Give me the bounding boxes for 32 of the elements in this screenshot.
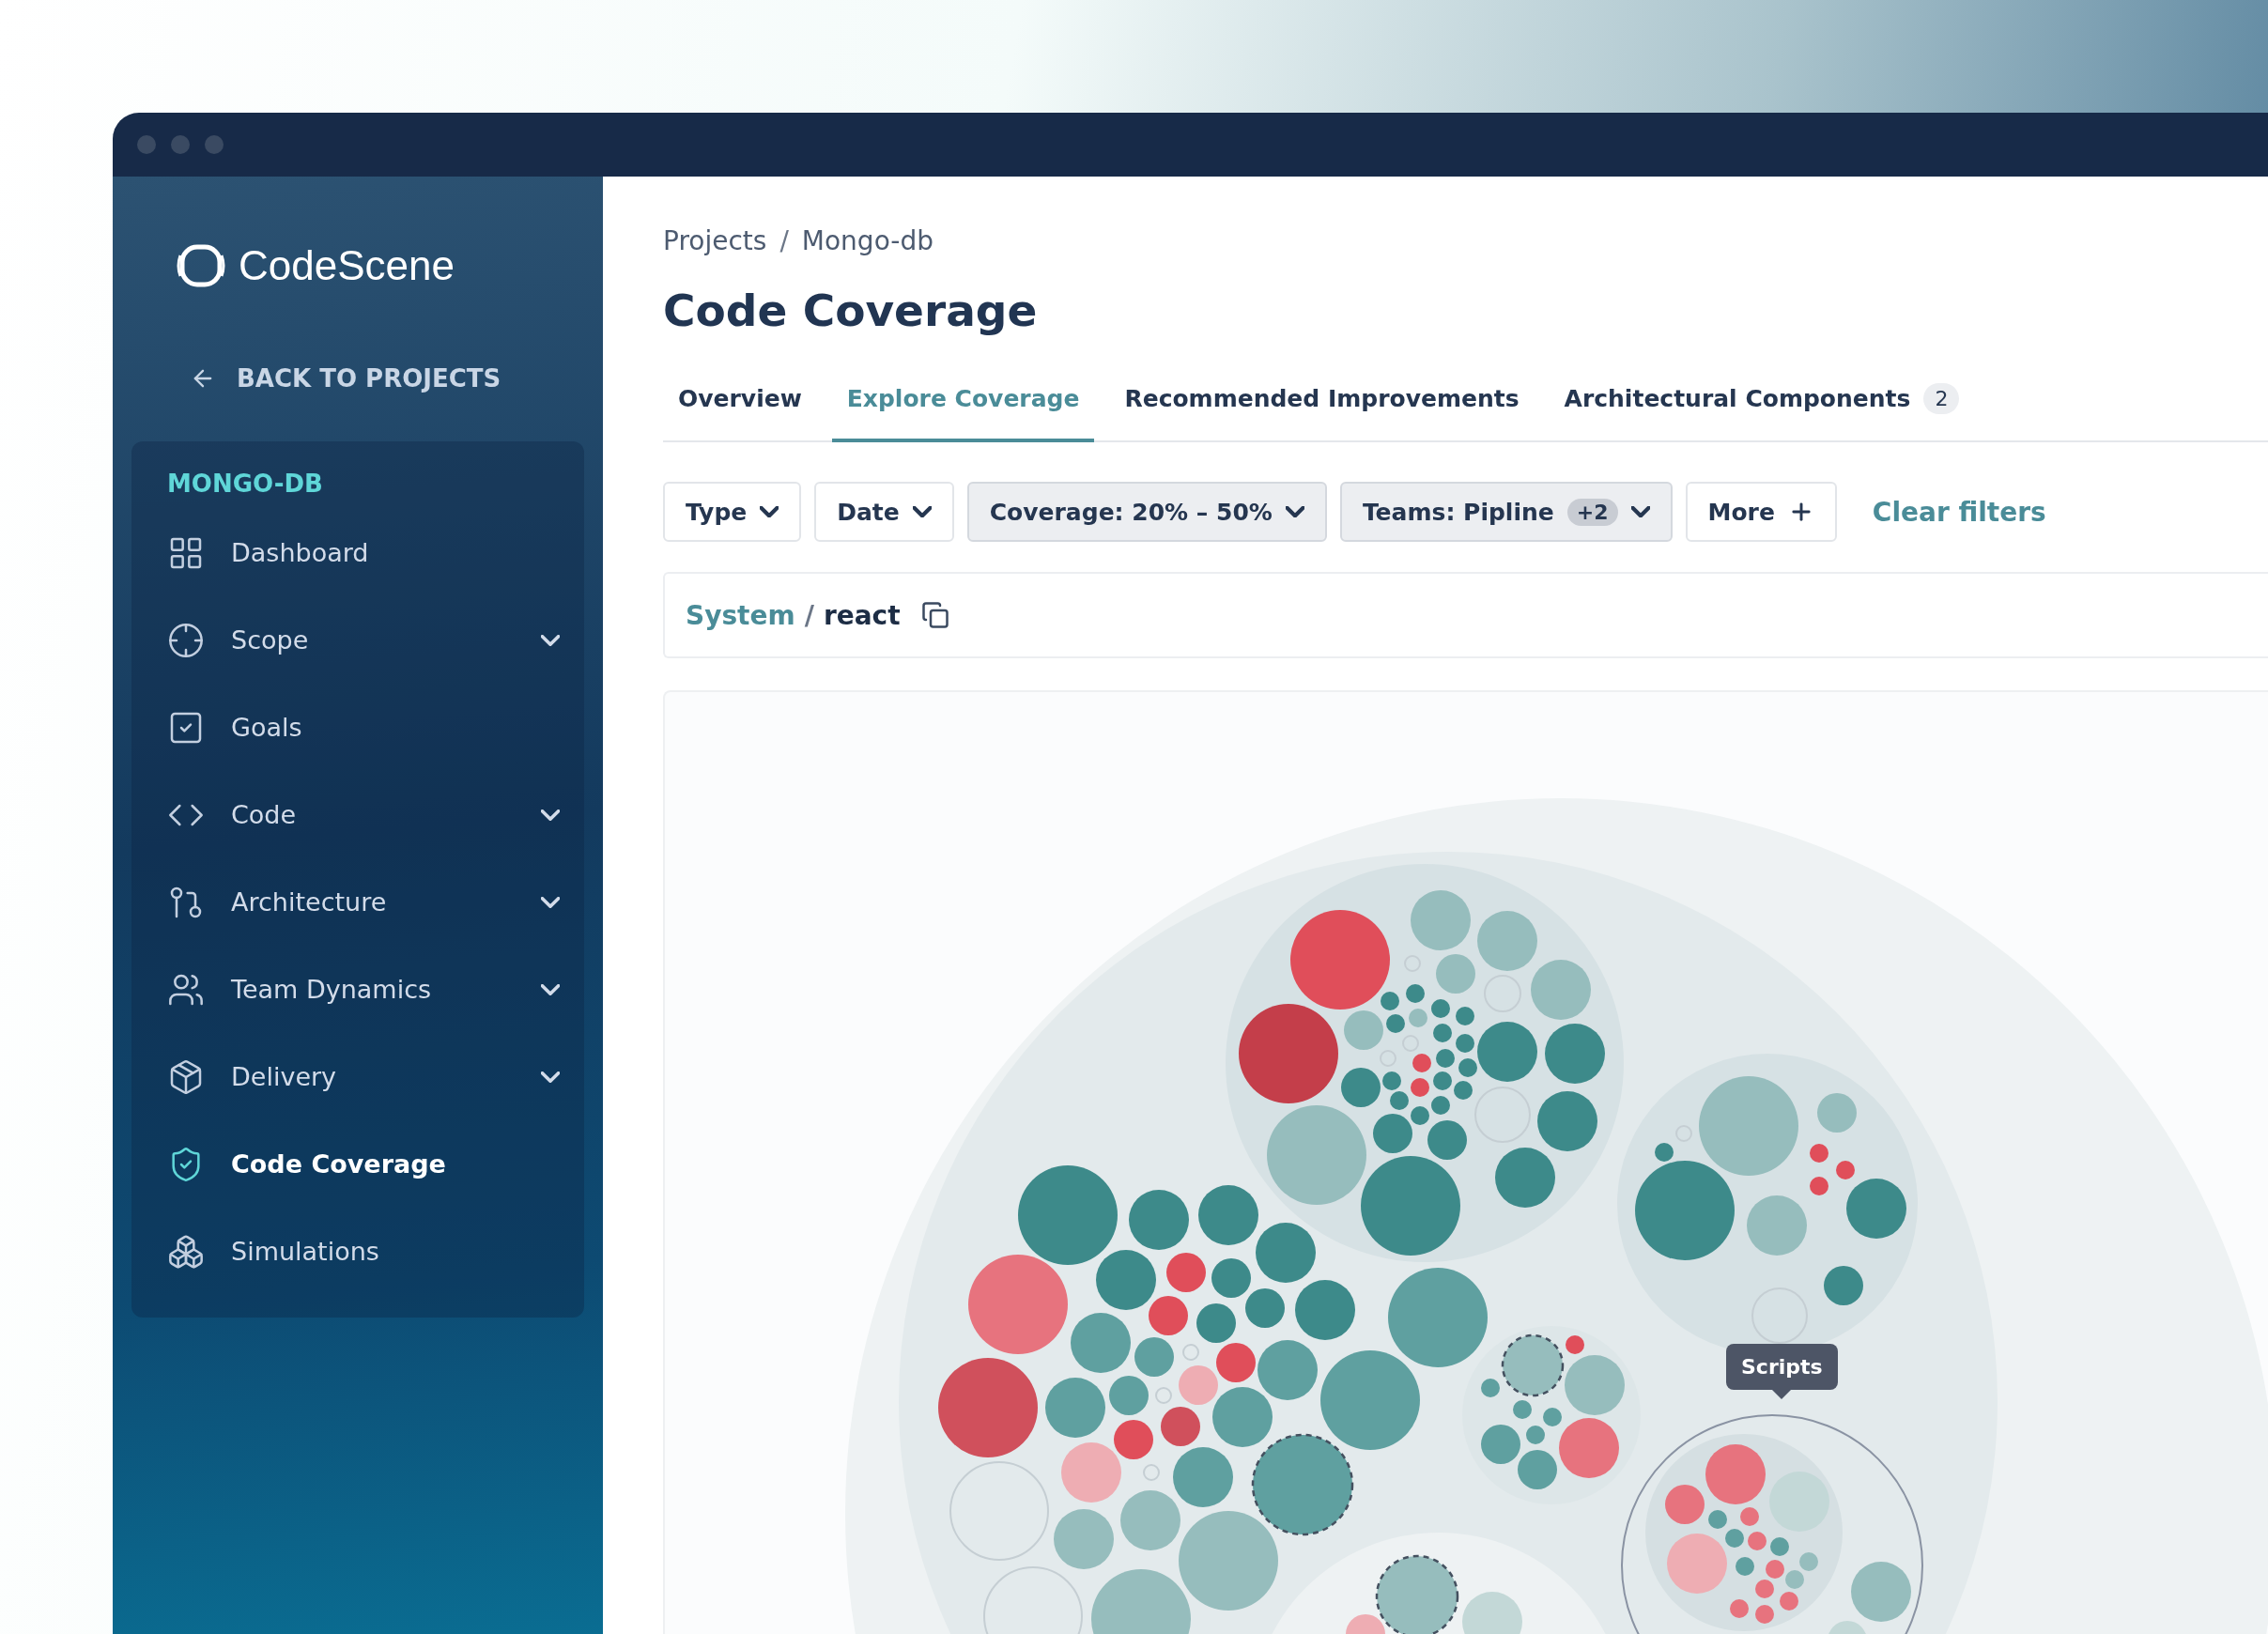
- filter-button[interactable]: Date: [814, 482, 954, 542]
- path-separator: /: [804, 599, 814, 631]
- clear-filters-link[interactable]: Clear filters: [1872, 496, 2046, 528]
- filter-button[interactable]: More: [1685, 482, 1837, 542]
- filter-button[interactable]: Coverage: 20% – 50%: [966, 482, 1327, 542]
- back-to-projects-link[interactable]: BACK TO PROJECTS: [190, 364, 584, 393]
- count-badge: +2: [1566, 498, 1618, 526]
- nav-item[interactable]: Code Coverage: [131, 1120, 584, 1208]
- tab[interactable]: Overview: [663, 383, 817, 442]
- nav-item[interactable]: Goals: [131, 684, 584, 771]
- filter-button[interactable]: Teams: Pipline +2: [1339, 482, 1673, 542]
- nav-item[interactable]: Team Dynamics: [131, 946, 584, 1033]
- filter-button[interactable]: Type: [663, 482, 802, 542]
- tab[interactable]: Recommended Improvements: [1109, 383, 1535, 442]
- path-current: react: [823, 599, 901, 631]
- nav-item[interactable]: Simulations: [131, 1208, 584, 1295]
- nav-item[interactable]: Code: [131, 771, 584, 858]
- breadcrumb-link[interactable]: Projects: [663, 225, 767, 256]
- logo-text: CodeScene: [239, 242, 455, 289]
- count-badge: 2: [1923, 383, 1960, 414]
- tab[interactable]: Explore Coverage: [831, 383, 1095, 442]
- tooltip: Scripts: [1726, 1344, 1838, 1390]
- nav-item[interactable]: Scope: [131, 596, 584, 684]
- section-title: MONGO-DB: [166, 470, 324, 498]
- breadcrumb-link[interactable]: Mongo-db: [801, 225, 933, 256]
- nav-item[interactable]: Dashboard: [131, 509, 584, 596]
- nav-item[interactable]: Delivery: [131, 1033, 584, 1120]
- breadcrumb-separator: /: [779, 225, 789, 256]
- path-link[interactable]: System: [686, 599, 795, 631]
- tab[interactable]: Architectural Components 2: [1549, 383, 1975, 442]
- nav-item[interactable]: Architecture: [131, 858, 584, 946]
- page-title: Code Coverage: [663, 285, 1039, 336]
